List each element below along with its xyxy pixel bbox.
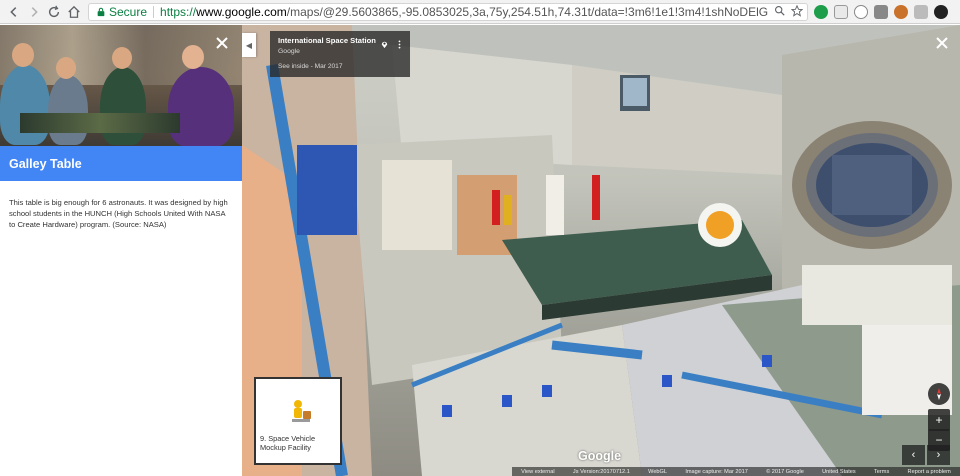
forward-icon[interactable] — [24, 2, 44, 22]
map-pin-icon[interactable] — [380, 36, 389, 54]
browser-toolbar: Secure https://www.google.com/maps/@29.5… — [0, 0, 960, 24]
next-location-card[interactable]: 9. Space Vehicle Mockup Facility — [254, 377, 342, 465]
extension-gray-icon[interactable] — [834, 5, 848, 19]
extension-green-icon[interactable] — [814, 5, 828, 19]
street-view-canvas[interactable]: International Space Station Google See i… — [242, 25, 960, 476]
panel-title: Galley Table — [0, 146, 242, 181]
iss-interior-image — [242, 25, 960, 476]
search-icon[interactable] — [774, 5, 785, 19]
url-path: /maps/@29.5603865,-95.0853025,3a,75y,254… — [286, 5, 795, 19]
chevron-right-icon: › — [936, 449, 941, 461]
location-info-card[interactable]: International Space Station Google See i… — [270, 31, 410, 77]
chevron-left-icon: ‹ — [911, 449, 916, 461]
url-host: www.google.com — [196, 5, 287, 19]
footer-terms[interactable]: Terms — [874, 469, 889, 475]
extension-shield-icon[interactable] — [854, 5, 868, 19]
home-icon[interactable] — [64, 2, 84, 22]
galley-table-photo — [0, 25, 242, 146]
chevron-left-icon: ◀ — [245, 40, 253, 50]
footer-country[interactable]: United States — [822, 469, 856, 475]
address-bar[interactable]: Secure https://www.google.com/maps/@29.5… — [88, 3, 808, 21]
back-icon[interactable] — [4, 2, 24, 22]
bookmark-star-icon[interactable] — [790, 4, 804, 20]
secure-label: Secure — [109, 5, 148, 19]
footer-copyright: © 2017 Google — [766, 468, 804, 475]
footer-image-capture: Image capture: Mar 2017 — [685, 468, 748, 475]
extension-face-icon[interactable] — [894, 5, 908, 19]
compass-button[interactable] — [928, 383, 950, 405]
omnibox-divider — [153, 6, 155, 18]
map-footer: View external Js Version:20170712.1 WebG… — [512, 467, 960, 476]
footer-report-problem[interactable]: Report a problem — [908, 469, 951, 475]
extension-bar — [814, 4, 960, 20]
next-image-button[interactable]: › — [927, 445, 950, 465]
extension-box-icon[interactable] — [914, 5, 928, 19]
previous-image-button[interactable]: ‹ — [902, 445, 925, 465]
chrome-menu-icon[interactable] — [954, 5, 960, 19]
image-nav-arrows: ‹ › — [902, 445, 952, 465]
panel-description: This table is big enough for 6 astronaut… — [9, 198, 228, 230]
zoom-in-button[interactable]: + — [928, 409, 950, 431]
close-panel-icon[interactable] — [212, 33, 232, 53]
compass-icon — [937, 388, 941, 400]
lock-icon — [93, 4, 109, 20]
extension-n-icon[interactable] — [874, 5, 888, 19]
footer-webgl: WebGL — [648, 468, 668, 475]
close-street-view-icon[interactable] — [934, 35, 950, 51]
next-location-label: 9. Space Vehicle Mockup Facility — [260, 434, 316, 452]
footer-view-external[interactable]: View external — [521, 469, 554, 475]
collapse-panel-button[interactable]: ◀ — [242, 33, 256, 57]
capture-date-link[interactable]: See inside - Mar 2017 — [278, 63, 402, 70]
more-options-icon[interactable] — [395, 36, 404, 54]
url-scheme: https:// — [160, 5, 197, 19]
footer-js-version: Js Version:20170712.1 — [572, 468, 630, 475]
pegman-icon — [290, 399, 312, 425]
reload-icon[interactable] — [44, 2, 64, 22]
google-logo: Google — [578, 449, 622, 463]
info-panel: Galley Table This table is big enough fo… — [0, 25, 242, 476]
extension-dark-icon[interactable] — [934, 5, 948, 19]
